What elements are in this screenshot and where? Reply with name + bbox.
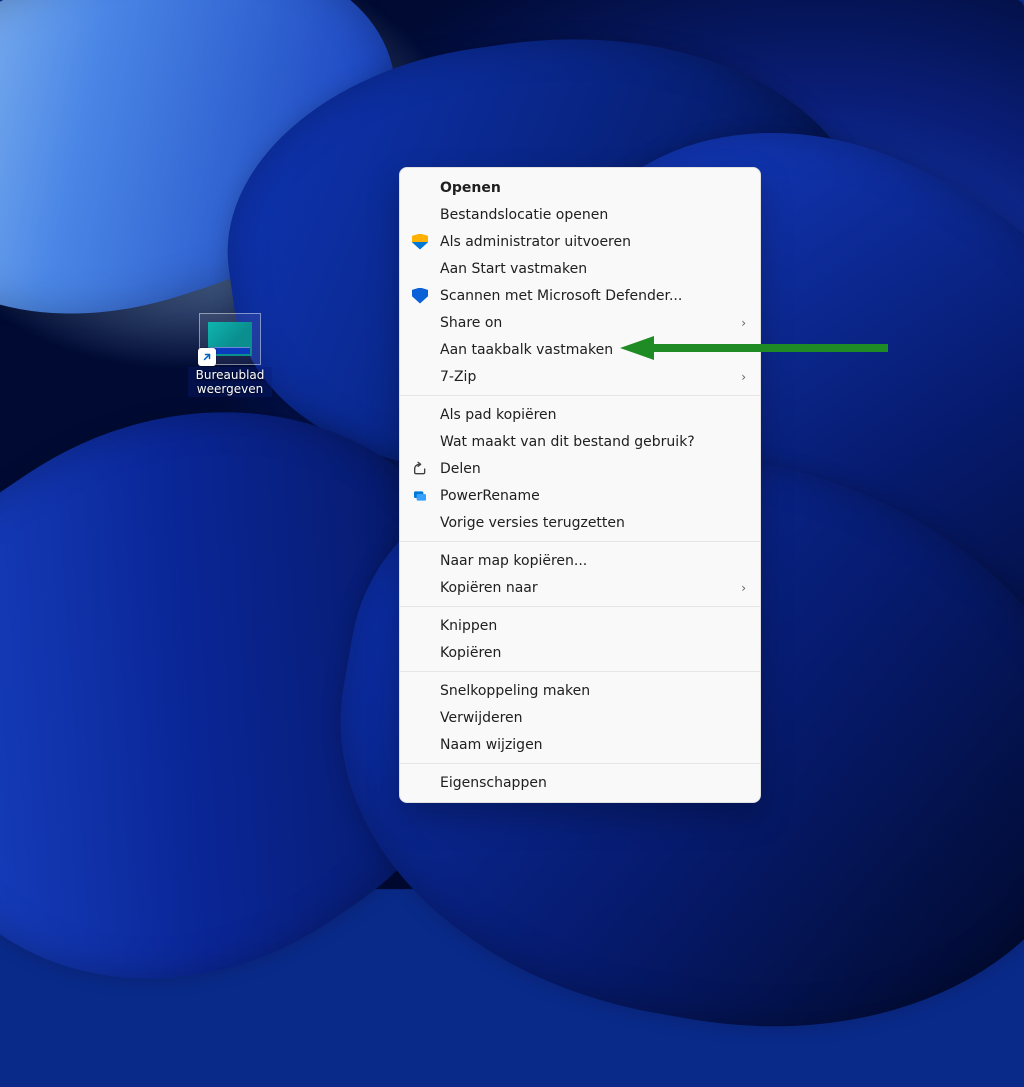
menu-item[interactable]: Verwijderen bbox=[400, 704, 760, 731]
shortcut-label: Bureaublad weergeven bbox=[188, 367, 272, 397]
menu-item[interactable]: Aan taakbalk vastmaken bbox=[400, 336, 760, 363]
menu-item-icon-slot bbox=[410, 234, 430, 250]
menu-item[interactable]: 7-Zip › bbox=[400, 363, 760, 390]
menu-item[interactable]: Share on › bbox=[400, 309, 760, 336]
menu-item[interactable]: Aan Start vastmaken bbox=[400, 255, 760, 282]
menu-item-label: Delen bbox=[440, 461, 746, 477]
menu-item[interactable]: Snelkoppeling maken bbox=[400, 677, 760, 704]
menu-item-label: 7-Zip bbox=[440, 369, 731, 385]
menu-item[interactable]: Vorige versies terugzetten bbox=[400, 509, 760, 536]
menu-item[interactable]: Delen bbox=[400, 455, 760, 482]
menu-item-label: Bestandslocatie openen bbox=[440, 207, 746, 223]
powerrename-icon bbox=[412, 488, 428, 504]
share-icon bbox=[412, 461, 428, 477]
menu-item-label: Als pad kopiëren bbox=[440, 407, 746, 423]
menu-item-label: Als administrator uitvoeren bbox=[440, 234, 746, 250]
shortcut-icon bbox=[199, 313, 261, 365]
menu-item-icon-slot bbox=[410, 461, 430, 477]
menu-item[interactable]: Openen bbox=[400, 174, 760, 201]
menu-separator bbox=[400, 541, 760, 542]
menu-item[interactable]: Als administrator uitvoeren bbox=[400, 228, 760, 255]
menu-item-icon-slot bbox=[410, 488, 430, 504]
menu-item[interactable]: Naam wijzigen bbox=[400, 731, 760, 758]
desktop-viewport: Bureaublad weergeven Openen Bestandslocat… bbox=[0, 0, 1024, 889]
menu-item-label: Aan Start vastmaken bbox=[440, 261, 746, 277]
menu-separator bbox=[400, 671, 760, 672]
menu-item-label: Kopiëren naar bbox=[440, 580, 731, 596]
menu-item[interactable]: Kopiëren bbox=[400, 639, 760, 666]
menu-item-icon-slot bbox=[410, 288, 430, 304]
menu-item[interactable]: Wat maakt van dit bestand gebruik? bbox=[400, 428, 760, 455]
menu-item-label: Openen bbox=[440, 180, 746, 196]
context-menu: Openen Bestandslocatie openen Als administ… bbox=[399, 167, 761, 803]
menu-item[interactable]: Naar map kopiëren... bbox=[400, 547, 760, 574]
menu-item-label: Aan taakbalk vastmaken bbox=[440, 342, 746, 358]
shortcut-overlay-arrow-icon bbox=[198, 348, 216, 366]
menu-item-label: Naam wijzigen bbox=[440, 737, 746, 753]
menu-item-label: Kopiëren bbox=[440, 645, 746, 661]
menu-item-label: Wat maakt van dit bestand gebruik? bbox=[440, 434, 746, 450]
chevron-right-icon: › bbox=[741, 581, 746, 595]
shield-defender-icon bbox=[412, 288, 428, 304]
menu-separator bbox=[400, 395, 760, 396]
menu-item[interactable]: Scannen met Microsoft Defender... bbox=[400, 282, 760, 309]
menu-item[interactable]: Knippen bbox=[400, 612, 760, 639]
shield-uac-icon bbox=[412, 234, 428, 250]
desktop-shortcut[interactable]: Bureaublad weergeven bbox=[188, 313, 272, 397]
menu-item[interactable]: Als pad kopiëren bbox=[400, 401, 760, 428]
menu-item-label: Scannen met Microsoft Defender... bbox=[440, 288, 746, 304]
menu-item[interactable]: Bestandslocatie openen bbox=[400, 201, 760, 228]
menu-item[interactable]: Eigenschappen bbox=[400, 769, 760, 796]
menu-item-label: Naar map kopiëren... bbox=[440, 553, 746, 569]
menu-separator bbox=[400, 763, 760, 764]
menu-item[interactable]: PowerRename bbox=[400, 482, 760, 509]
menu-item-label: Vorige versies terugzetten bbox=[440, 515, 746, 531]
menu-item-label: Share on bbox=[440, 315, 731, 331]
menu-item-label: PowerRename bbox=[440, 488, 746, 504]
menu-item-label: Eigenschappen bbox=[440, 775, 746, 791]
menu-item[interactable]: Kopiëren naar › bbox=[400, 574, 760, 601]
menu-item-label: Verwijderen bbox=[440, 710, 746, 726]
menu-separator bbox=[400, 606, 760, 607]
chevron-right-icon: › bbox=[741, 370, 746, 384]
chevron-right-icon: › bbox=[741, 316, 746, 330]
menu-item-label: Snelkoppeling maken bbox=[440, 683, 746, 699]
menu-item-label: Knippen bbox=[440, 618, 746, 634]
